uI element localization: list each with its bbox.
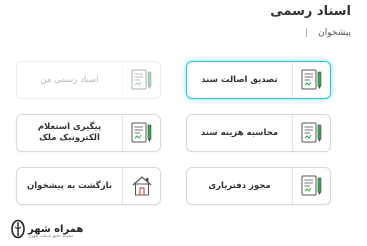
card-label: بازگشت به پیشخوان bbox=[26, 180, 113, 191]
logo-subtitle: سامانه جامع خدمات شهری bbox=[28, 233, 74, 238]
document-pen-icon bbox=[292, 62, 330, 98]
document-pen-icon bbox=[122, 115, 160, 151]
document-pen-icon bbox=[122, 62, 160, 98]
document-pen-icon bbox=[292, 168, 330, 204]
breadcrumb: پیشخوان | bbox=[305, 28, 351, 38]
card-label: پیگیری استعلام الکترونیک ملک bbox=[37, 122, 102, 143]
card-label: تصدیق اصالت سند bbox=[201, 74, 278, 85]
breadcrumb-separator: | bbox=[305, 28, 309, 38]
logo-mark-icon bbox=[11, 219, 25, 239]
card-notary-license[interactable]: مجوز دفترياری bbox=[186, 167, 331, 205]
card-verify-document[interactable]: تصدیق اصالت سند bbox=[186, 61, 331, 99]
breadcrumb-item-dashboard[interactable]: پیشخوان bbox=[318, 28, 351, 38]
hamrah-shahr-logo: همراه شهر سامانه جامع خدمات شهری bbox=[10, 218, 100, 240]
card-label: مجوز دفترياری bbox=[208, 180, 271, 191]
card-label: محاسبه هزینه سند bbox=[200, 127, 279, 138]
card-back-to-dashboard[interactable]: بازگشت به پیشخوان bbox=[16, 167, 161, 205]
card-track-property-inquiry[interactable]: پیگیری استعلام الکترونیک ملک bbox=[16, 114, 161, 152]
home-icon bbox=[122, 168, 160, 204]
card-label: اسناد رسمی من bbox=[40, 74, 99, 85]
card-calculate-cost[interactable]: محاسبه هزینه سند bbox=[186, 114, 331, 152]
page-title: اسناد رسمی bbox=[270, 4, 351, 19]
document-pen-icon bbox=[292, 115, 330, 151]
card-my-documents: اسناد رسمی من bbox=[16, 61, 161, 99]
